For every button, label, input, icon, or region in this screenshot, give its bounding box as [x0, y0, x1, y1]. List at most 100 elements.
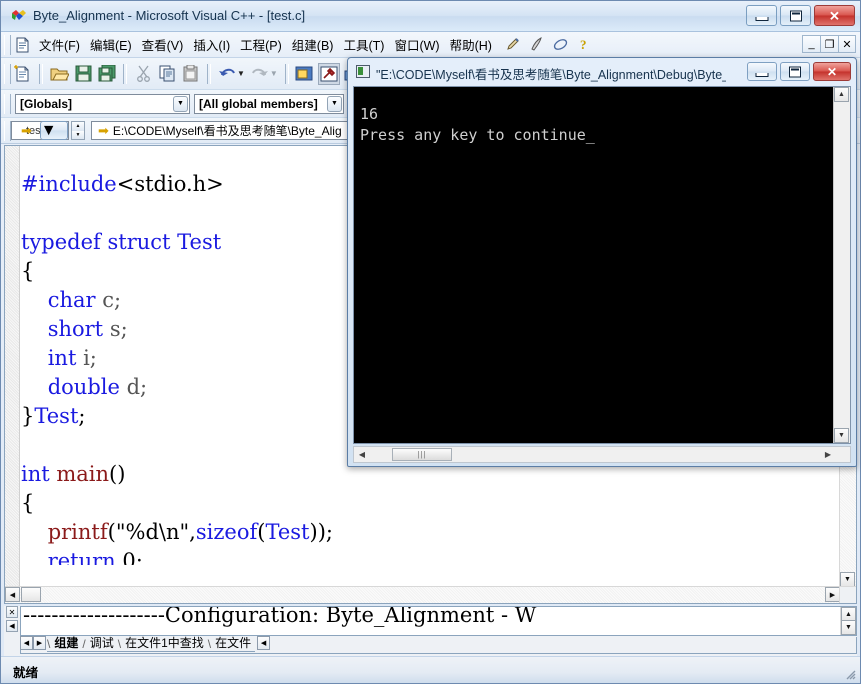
restore-button[interactable]: [780, 5, 811, 26]
menu-item-tools[interactable]: 工具(T): [338, 32, 389, 57]
code-token: "%d\n": [115, 520, 190, 544]
editor-horizontal-scrollbar[interactable]: ◀ ▶: [5, 586, 840, 603]
pencil-icon[interactable]: [505, 37, 520, 52]
menu-item-insert[interactable]: 插入(I): [188, 32, 235, 57]
tab-build[interactable]: 组建: [50, 635, 82, 651]
undo-dropdown-arrow[interactable]: ▼: [237, 69, 245, 78]
minimize-button[interactable]: [747, 62, 777, 81]
code-token: ;: [78, 404, 86, 428]
title-bar: Byte_Alignment - Microsoft Visual C++ - …: [1, 1, 860, 32]
code-token: Test: [34, 404, 79, 428]
workspace-combo[interactable]: ➡ tes ▼: [11, 121, 69, 140]
wizardbar-grip[interactable]: [4, 93, 11, 114]
scroll-down-icon[interactable]: ▼: [841, 620, 856, 635]
menu-item-help[interactable]: 帮助(H): [445, 32, 497, 57]
console-window[interactable]: "E:\CODE\Myself\看书及思考随笔\Byte_Alignment\D…: [347, 57, 857, 467]
code-token: <stdio.h>: [116, 172, 224, 196]
toolbar-grip[interactable]: [4, 63, 11, 84]
mdi-close-button[interactable]: ✕: [838, 35, 856, 53]
scroll-down-icon[interactable]: ▼: [840, 572, 855, 587]
tab-debug[interactable]: 调试: [86, 635, 118, 651]
hscroll-thumb[interactable]: |||: [392, 448, 452, 461]
output-vertical-scrollbar[interactable]: ▲ ▼: [840, 607, 856, 635]
scroll-right-icon[interactable]: ▶: [825, 587, 840, 602]
code-token: #include: [21, 172, 117, 196]
console-window-controls: ✕: [747, 62, 851, 81]
build-output-frame[interactable]: --------------------Configuration: Byte_…: [20, 606, 857, 636]
hscroll-thumb[interactable]: [21, 587, 41, 602]
menu-grip[interactable]: [4, 34, 11, 55]
save-icon[interactable]: [72, 63, 94, 85]
mdi-minimize-button[interactable]: _: [802, 35, 820, 53]
code-token: ));: [309, 520, 333, 544]
output-close-icon[interactable]: ✕: [6, 606, 18, 618]
paste-icon[interactable]: [180, 63, 202, 85]
quill-icon[interactable]: [529, 37, 544, 52]
menu-item-project[interactable]: 工程(P): [235, 32, 287, 57]
members-combo[interactable]: [All global members] ▼: [194, 93, 344, 114]
menu-item-view[interactable]: 查看(V): [137, 32, 189, 57]
open-file-icon[interactable]: [48, 63, 70, 85]
console-output-area[interactable]: 16 Press any key to continue_ ▲ ▼: [353, 86, 851, 444]
console-vertical-scrollbar[interactable]: ▲ ▼: [833, 87, 850, 443]
tab-scroll-right-icon[interactable]: ◀: [257, 636, 271, 650]
code-token: short: [47, 317, 104, 341]
chevron-down-icon[interactable]: ▼: [39, 121, 68, 140]
scroll-corner: [839, 586, 856, 603]
scroll-down-icon[interactable]: ▼: [834, 428, 849, 443]
code-token: {: [21, 259, 35, 283]
scroll-left-icon[interactable]: ◀: [354, 447, 370, 462]
tab-prev-icon[interactable]: ◀: [20, 636, 33, 650]
menu-item-edit[interactable]: 编辑(E): [85, 32, 137, 57]
menu-item-window[interactable]: 窗口(W): [389, 32, 444, 57]
resize-grip-icon[interactable]: [843, 667, 857, 681]
code-token: printf: [47, 520, 108, 544]
redo-dropdown-arrow[interactable]: ▼: [270, 69, 278, 78]
spin-control[interactable]: ▲ ▼: [71, 121, 85, 140]
maximize-button[interactable]: [780, 62, 810, 81]
cut-icon[interactable]: [132, 63, 154, 85]
close-button[interactable]: ✕: [813, 62, 851, 81]
output-scroll-left-icon[interactable]: ◀: [6, 620, 18, 632]
redo-icon[interactable]: [249, 63, 271, 85]
code-token: return: [47, 549, 116, 565]
code-token: (): [109, 462, 126, 486]
new-file-icon[interactable]: [12, 63, 34, 85]
pathbar-grip[interactable]: [4, 120, 11, 141]
help-question-icon[interactable]: ?: [577, 37, 592, 52]
code-token: i;: [76, 346, 97, 370]
scroll-right-icon[interactable]: ▶: [820, 447, 836, 462]
eraser-icon[interactable]: [553, 37, 568, 52]
scroll-left-icon[interactable]: ◀: [5, 587, 20, 602]
output-tabs: ◀ ▶ \ 组建 / 调试 \ 在文件1中查找 \ 在文件 ◀: [20, 634, 857, 652]
menu-item-file[interactable]: 文件(F): [34, 32, 85, 57]
window-title: Byte_Alignment - Microsoft Visual C++ - …: [33, 8, 306, 23]
scroll-up-icon[interactable]: ▲: [834, 87, 849, 102]
workspace-icon[interactable]: [294, 63, 316, 85]
build-icon[interactable]: [317, 62, 340, 85]
undo-icon[interactable]: [216, 63, 238, 85]
close-button[interactable]: ✕: [814, 5, 855, 26]
chevron-down-icon[interactable]: ▼: [327, 95, 342, 112]
spin-up-icon[interactable]: ▲: [72, 122, 84, 131]
tab-find-in-files-2[interactable]: 在文件: [211, 635, 255, 651]
code-token: {: [21, 491, 35, 515]
output-pane: ✕ ◀ --------------------Configuration: B…: [4, 606, 857, 656]
menu-item-build[interactable]: 组建(B): [287, 32, 339, 57]
console-title: "E:\CODE\Myself\看书及思考随笔\Byte_Alignment\D…: [376, 68, 726, 82]
minimize-button[interactable]: [746, 5, 777, 26]
console-horizontal-scrollbar[interactable]: ◀ ||| ▶: [353, 446, 851, 463]
tab-next-icon[interactable]: ▶: [33, 636, 46, 650]
console-output-text: 16 Press any key to continue_: [360, 105, 595, 144]
mdi-restore-button[interactable]: ❐: [820, 35, 838, 53]
code-token: s;: [103, 317, 128, 341]
spin-down-icon[interactable]: ▼: [72, 130, 84, 139]
tab-find-in-files-1[interactable]: 在文件1中查找: [121, 635, 208, 651]
globals-combo[interactable]: [Globals] ▼: [15, 93, 190, 114]
code-token: }: [21, 404, 35, 428]
copy-icon[interactable]: [156, 63, 178, 85]
save-all-icon[interactable]: [96, 63, 118, 85]
chevron-down-icon[interactable]: ▼: [173, 95, 188, 112]
